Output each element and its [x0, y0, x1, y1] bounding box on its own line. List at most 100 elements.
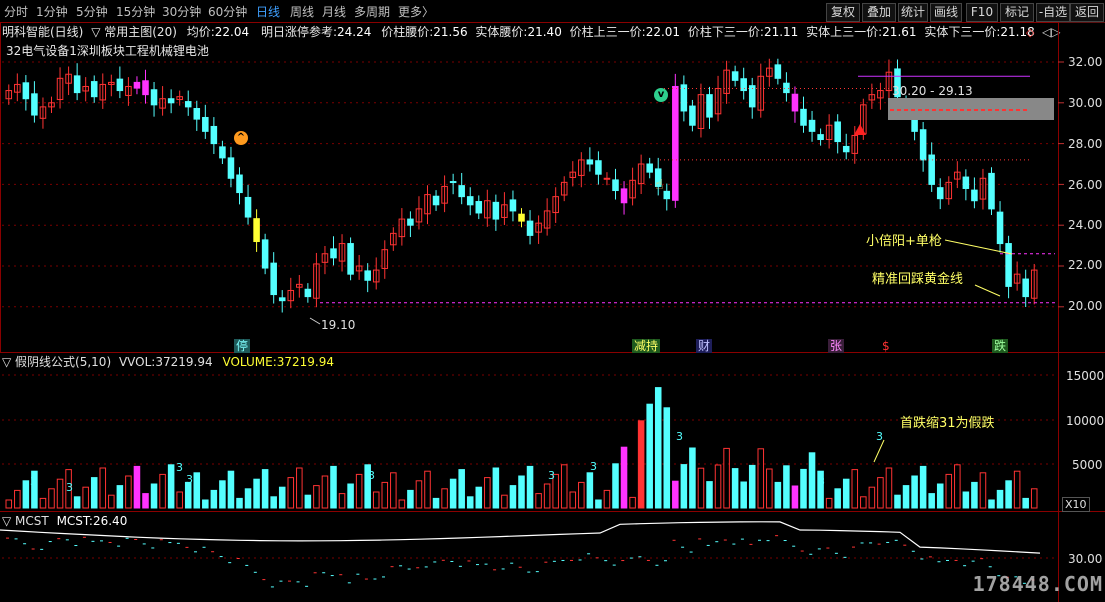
- volume-label: VOLUME:: [222, 355, 277, 369]
- volume-bar: [723, 447, 730, 509]
- vol-count-label: 3: [262, 475, 269, 488]
- mcst-indicator-name[interactable]: ▽ MCST: [2, 514, 49, 528]
- kline-body: [31, 93, 38, 116]
- volume-bar: [578, 481, 585, 509]
- volume-bar: [800, 468, 807, 509]
- event-tag-reduce[interactable]: 减持: [632, 339, 661, 353]
- volume-bar: [543, 483, 551, 509]
- volume-bar: [714, 464, 722, 509]
- volume-bar: [663, 407, 671, 509]
- volume-bar: [304, 494, 312, 509]
- event-tag-rise[interactable]: 张: [828, 339, 845, 353]
- kline-body: [475, 201, 483, 214]
- volume-bar: [484, 477, 491, 509]
- kline-body: [1005, 243, 1012, 287]
- event-tag-finance[interactable]: 财: [696, 339, 713, 353]
- volume-bar: [1030, 488, 1038, 509]
- volume-bar: [347, 483, 354, 509]
- volume-bar: [244, 488, 252, 509]
- volume-bar: [108, 494, 115, 509]
- volume-bar: [945, 473, 953, 509]
- event-tag-suspend[interactable]: 停: [234, 339, 251, 353]
- volume-bar: [449, 478, 457, 509]
- kline-body: [133, 81, 141, 89]
- kline-body: [971, 189, 978, 202]
- volume-bar: [894, 494, 901, 509]
- volume-bar: [355, 473, 363, 509]
- volume-bar: [313, 485, 320, 509]
- kline-body: [219, 146, 226, 159]
- kline-body: [646, 163, 653, 173]
- vol-indicator-name[interactable]: ▽ 假阴线公式(5,10): [2, 355, 111, 369]
- vvol-value: 37219.94: [155, 355, 213, 369]
- volume-bar: [672, 480, 679, 509]
- volume-bar: [390, 472, 397, 509]
- volume-bar: [586, 472, 594, 509]
- kline-body: [142, 80, 149, 96]
- low-price-label: 19.10: [321, 318, 356, 332]
- kline-body: [663, 190, 671, 200]
- kline-body: [842, 145, 850, 153]
- volume-bar: [492, 467, 500, 509]
- low-pointer-line: [309, 317, 321, 325]
- volume-bar: [407, 489, 414, 509]
- volume-bar: [877, 477, 884, 509]
- price-axis-label: 30.00: [1068, 96, 1103, 110]
- volume-bar: [689, 447, 696, 509]
- kline-body: [706, 94, 713, 118]
- kline-body: [774, 64, 782, 79]
- kline-body: [731, 71, 739, 81]
- kline-body: [919, 129, 927, 161]
- kline-body: [680, 84, 688, 112]
- volume-bar: [372, 491, 380, 509]
- volume-bar: [988, 499, 995, 509]
- volume-bar: [5, 499, 13, 509]
- annotation-golden-line: 精准回踩黄金线: [872, 272, 964, 287]
- volume-bar: [731, 468, 739, 509]
- vol-count-label: 3: [590, 460, 597, 473]
- volume-bar: [99, 467, 107, 509]
- volume-bar: [167, 464, 175, 509]
- volume-bar: [962, 491, 970, 509]
- volume-bar: [116, 485, 124, 509]
- volume-bar: [560, 464, 568, 509]
- kline-body: [466, 196, 474, 206]
- volume-bar: [766, 468, 773, 509]
- volume-bar: [133, 465, 141, 509]
- volume-bar: [56, 478, 64, 509]
- vol-count-label: 3: [368, 469, 375, 482]
- volume-bar: [996, 489, 1004, 509]
- kline-body: [193, 108, 201, 120]
- event-tag-dollar[interactable]: $: [880, 339, 892, 353]
- kline-body: [783, 82, 790, 94]
- kline-body: [800, 108, 807, 126]
- volume-bar: [278, 486, 286, 509]
- warning-circle-icon[interactable]: ^: [234, 131, 248, 145]
- check-circle-icon[interactable]: v: [654, 88, 668, 102]
- vol-count-label: 3: [66, 481, 73, 494]
- annotation-arrow: [974, 284, 1001, 297]
- volume-bar: [612, 463, 619, 509]
- mcst-axis-label: 30.00: [1068, 552, 1103, 566]
- kline-body: [808, 119, 816, 132]
- volume-bar: [680, 464, 688, 509]
- kline-body: [518, 213, 525, 222]
- volume-bar: [808, 452, 816, 509]
- volume-bar: [783, 465, 790, 509]
- kline-body: [330, 248, 337, 259]
- volume-bar: [210, 489, 218, 509]
- mcst-value: 26.40: [92, 514, 128, 528]
- volume-bar: [22, 480, 30, 509]
- kline-body: [595, 160, 602, 175]
- sell-triangle-icon: [854, 124, 866, 135]
- kline-body: [526, 220, 534, 236]
- volume-bar: [569, 491, 577, 509]
- event-tag-drop[interactable]: 跌: [992, 339, 1009, 353]
- vol-count-label: 3: [176, 461, 183, 474]
- vol-axis-label: 15000: [1066, 369, 1105, 383]
- volume-bar: [432, 497, 440, 509]
- kline-body: [304, 288, 312, 298]
- volume-bar: [142, 493, 149, 509]
- volume-bar: [415, 480, 423, 509]
- kline-body: [936, 187, 944, 200]
